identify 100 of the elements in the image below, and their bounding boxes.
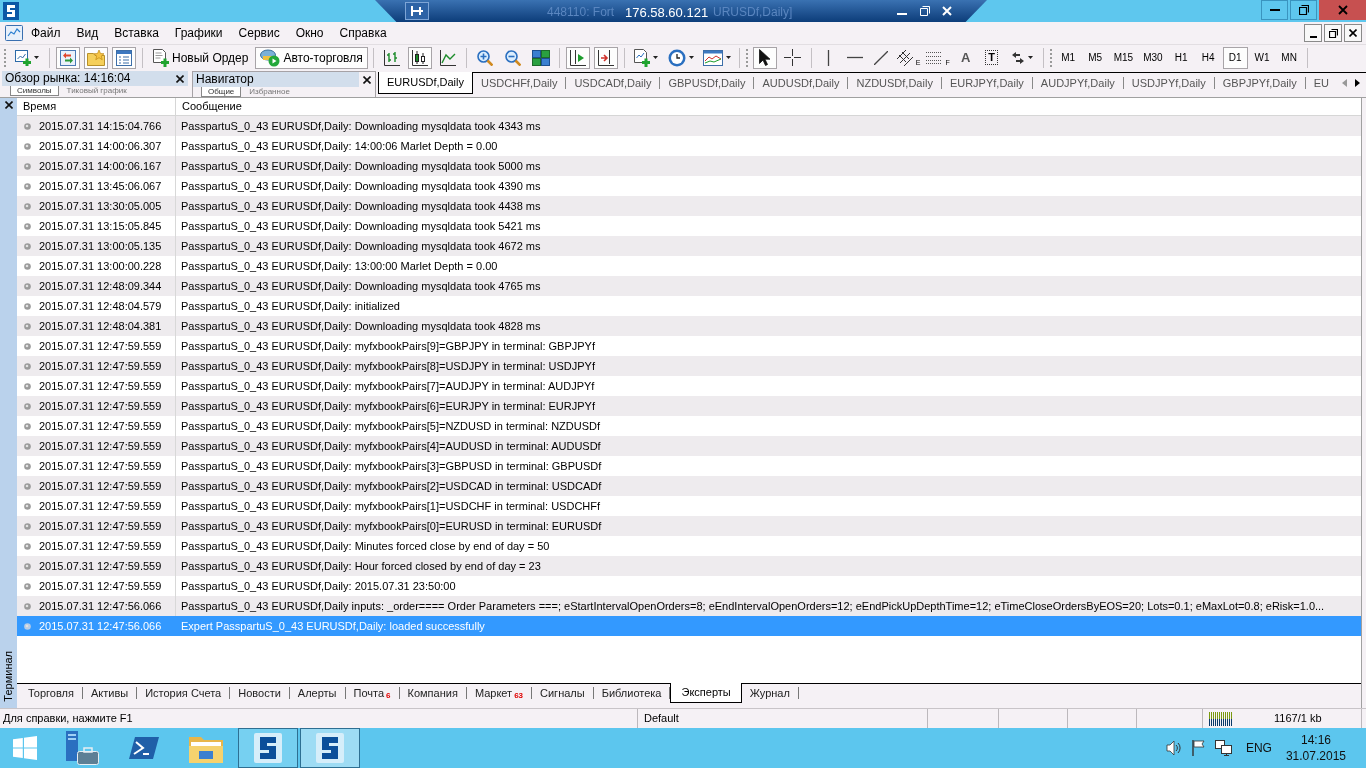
terminal-tab[interactable]: История Счета	[137, 684, 230, 702]
chart-tab[interactable]: GBPJPYf,Daily	[1214, 73, 1305, 93]
terminal-tab[interactable]: Алерты	[289, 684, 345, 702]
chart-shift-icon	[569, 49, 586, 66]
log-row[interactable]: 2015.07.31 12:47:59.559 PasspartuS_0_43 EURUSDf,Daily: myfxbookPairs[8]=USDJPY in terminal: USDJPYf	[17, 356, 1361, 376]
timeframe-button[interactable]: M30	[1139, 46, 1167, 69]
timeframe-button[interactable]: D1	[1222, 46, 1248, 69]
minimize-button[interactable]	[1261, 0, 1288, 20]
chart-tab[interactable]: EU	[1305, 73, 1338, 93]
line-chart-icon	[439, 49, 456, 66]
flag-icon[interactable]	[1191, 740, 1205, 756]
timestamp-text: 2015.07.31 12:47:59.559	[39, 518, 162, 534]
log-row[interactable]: 2015.07.31 12:48:09.344 PasspartuS_0_43 EURUSDf,Daily: Downloading mysqldata took 4765 ms	[17, 276, 1361, 296]
timestamp-text: 2015.07.31 12:47:59.559	[39, 418, 162, 434]
chart-tab[interactable]: USDCADf,Daily	[566, 73, 660, 93]
panel-tab[interactable]: Тиковый график	[60, 86, 133, 95]
terminal-tab[interactable]: Библиотека	[593, 684, 670, 702]
log-row[interactable]: 2015.07.31 12:47:59.559 PasspartuS_0_43 EURUSDf,Daily: myfxbookPairs[2]=USDCAD in terminal: USDCADf	[17, 476, 1361, 496]
bar-chart-icon	[383, 49, 400, 66]
panel-toggle-button[interactable]	[56, 46, 80, 69]
chart-tab[interactable]: EURJPYf,Daily	[941, 73, 1032, 93]
chart-window-icon[interactable]	[5, 25, 23, 41]
terminal-tab[interactable]: Эксперты	[670, 683, 742, 703]
message-text: PasspartuS_0_43 EURUSDf,Daily: Minutes forced close by end of day = 50	[180, 538, 550, 554]
taskbar-button[interactable]	[300, 728, 360, 768]
network-icon[interactable]	[1214, 740, 1232, 756]
remote-address: 176.58.60.121	[625, 4, 709, 22]
speaker-icon[interactable]	[1165, 740, 1182, 756]
auto-scroll-button[interactable]	[593, 46, 618, 69]
pin-button[interactable]	[405, 2, 429, 20]
close-icon[interactable]	[4, 101, 13, 109]
log-row[interactable]	[17, 596, 1361, 616]
log-row[interactable]: 2015.07.31 12:47:59.559 PasspartuS_0_43 EURUSDf,Daily: myfxbookPairs[4]=AUDUSD in terminal: AUDUSDf	[17, 436, 1361, 456]
scroll-right-icon[interactable]	[1355, 79, 1360, 87]
terminal-tab[interactable]: Сигналы	[532, 684, 593, 702]
column-header[interactable]: Сообщение	[176, 98, 1361, 115]
timeframe-button[interactable]: W1	[1249, 46, 1275, 69]
column-header[interactable]: Время	[17, 98, 176, 115]
chart-tab[interactable]: EURUSDf,Daily	[378, 72, 473, 94]
terminal-tab[interactable]: Журнал	[741, 684, 798, 702]
menu-item[interactable]: Файл	[23, 23, 69, 43]
message-text: PasspartuS_0_43 EURUSDf,Daily: Downloading mysqldata took 5000 ms	[180, 158, 541, 174]
menu-item[interactable]: Сервис	[230, 23, 288, 43]
menu-item[interactable]: Графики	[166, 23, 231, 43]
taskbar-button[interactable]	[238, 728, 298, 768]
status-dot-icon	[24, 622, 31, 630]
log-row[interactable]: 2015.07.31 12:47:59.559 PasspartuS_0_43 EURUSDf,Daily: Hour forced closed by end of day = 23	[17, 556, 1361, 576]
panel-toggle-button[interactable]	[84, 46, 108, 69]
timeframe-button[interactable]: MN	[1276, 46, 1302, 69]
log-row[interactable]: 2015.07.31 13:30:05.005 PasspartuS_0_43 EURUSDf,Daily: Downloading mysqldata took 4438 ms	[17, 196, 1361, 216]
panel-tab[interactable]: Общие	[201, 87, 242, 97]
panel-tab[interactable]: Символы	[10, 86, 59, 96]
terminal-tab[interactable]: Активы	[82, 684, 137, 702]
menu-item[interactable]: Окно	[287, 23, 332, 43]
restore-button[interactable]	[1290, 0, 1317, 20]
auto-scroll-icon	[597, 49, 614, 66]
drawing-tool-button[interactable]: T	[979, 46, 1004, 69]
timeframe-button[interactable]: H4	[1195, 46, 1221, 69]
log-row[interactable]: 2015.07.31 14:00:06.167 PasspartuS_0_43 EURUSDf,Daily: Downloading mysqldata took 5000 ms	[17, 156, 1361, 176]
log-row[interactable]: 2015.07.31 12:47:59.559 PasspartuS_0_43 EURUSDf,Daily: myfxbookPairs[6]=EURJPY in terminal: EURJPYf	[17, 396, 1361, 416]
menu-item[interactable]: Вставка	[106, 23, 167, 43]
status-dot-icon	[24, 222, 31, 230]
log-row[interactable]: 2015.07.31 12:47:59.559 PasspartuS_0_43 EURUSDf,Daily: myfxbookPairs[0]=EURUSD in terminal: EURUSDf	[17, 516, 1361, 536]
terminal-tab[interactable]: Торговля	[20, 684, 82, 702]
terminal-tab[interactable]: Новости	[230, 684, 289, 702]
restore-icon[interactable]	[920, 6, 930, 16]
close-icon[interactable]	[176, 74, 184, 83]
zoom-out-icon	[504, 49, 521, 66]
panel-toggle-button[interactable]	[112, 46, 136, 69]
chart-tab[interactable]: USDCHFf,Daily	[473, 73, 566, 93]
minimize-button[interactable]	[1304, 24, 1322, 42]
terminal-tab[interactable]: Компания	[399, 684, 466, 702]
chart-shift-button[interactable]	[565, 46, 590, 69]
language-indicator[interactable]: ENG	[1245, 739, 1272, 757]
menu-item[interactable]: Вид	[68, 23, 107, 43]
close-icon[interactable]	[363, 75, 371, 84]
caret-icon	[652, 56, 658, 59]
log-row[interactable]: 2015.07.31 12:48:04.381 PasspartuS_0_43 EURUSDf,Daily: Downloading mysqldata took 4828 ms	[17, 316, 1361, 336]
scroll-left-icon[interactable]	[1342, 79, 1347, 87]
restore-button[interactable]	[1324, 24, 1342, 42]
timeframe-button[interactable]: M1	[1055, 46, 1081, 69]
chart-tab[interactable]: USDJPYf,Daily	[1123, 73, 1214, 93]
chart-tab[interactable]: NZDUSDf,Daily	[848, 73, 941, 93]
timeframe-button[interactable]: M5	[1082, 46, 1108, 69]
pointer-tool-button[interactable]	[752, 46, 777, 69]
chart-tab[interactable]: AUDJPYf,Daily	[1032, 73, 1123, 93]
close-button[interactable]	[1344, 24, 1362, 42]
timestamp-text: 2015.07.31 12:47:59.559	[39, 498, 162, 514]
chart-type-button[interactable]	[407, 46, 432, 69]
drawing-tool-button[interactable]: A	[953, 46, 978, 69]
log-row[interactable]: 2015.07.31 13:00:05.135 PasspartuS_0_43 EURUSDf,Daily: Downloading mysqldata took 4672 ms	[17, 236, 1361, 256]
toolbar-button[interactable]: Новый Ордер	[148, 46, 254, 69]
panel-tab[interactable]: Избранное	[243, 87, 296, 96]
toolbar-button[interactable]: Авто-торговля	[255, 46, 368, 69]
timeframe-button[interactable]: M15	[1109, 46, 1138, 69]
chart-tab[interactable]: AUDUSDf,Daily	[754, 73, 848, 93]
menu-item[interactable]: Справка	[331, 23, 395, 43]
timeframe-button[interactable]: H1	[1168, 46, 1194, 69]
chart-tab[interactable]: GBPUSDf,Daily	[660, 73, 754, 93]
log-row[interactable]: 2015.07.31 14:15:04.766 PasspartuS_0_43 EURUSDf,Daily: Downloading mysqldata took 4343 ms	[17, 116, 1361, 136]
